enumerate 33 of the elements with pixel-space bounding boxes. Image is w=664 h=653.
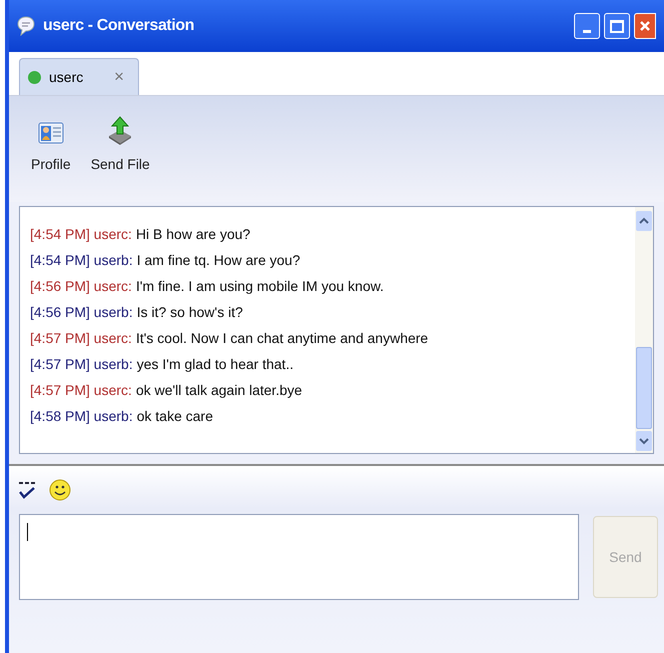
message-text: Is it? so how's it? — [136, 303, 243, 322]
window-title: userc - Conversation — [43, 16, 194, 36]
message-header: [4:57 PM] userb: — [30, 355, 133, 374]
message-text: I am fine tq. How are you? — [136, 251, 300, 270]
upload-tray-icon — [107, 116, 134, 146]
message-text: ok take care — [136, 407, 213, 426]
toolbar-button[interactable]: Send File — [90, 116, 150, 175]
tab-label: userc — [49, 68, 84, 86]
message-header: [4:56 PM] userb: — [30, 303, 133, 322]
toolbar-button[interactable]: Profile — [31, 116, 71, 175]
message-header: [4:54 PM] userb: — [30, 251, 133, 270]
message-header: [4:54 PM] userc: — [30, 225, 132, 244]
minimize-button[interactable] — [574, 13, 600, 39]
message-text: It's cool. Now I can chat anytime and anywhere — [136, 329, 428, 348]
message-header: [4:57 PM] userc: — [30, 381, 132, 400]
message-text: Hi B how are you? — [136, 225, 250, 244]
close-button[interactable] — [634, 13, 656, 39]
message-input[interactable] — [19, 514, 579, 600]
tab[interactable]: userc × — [19, 58, 139, 95]
close-icon — [639, 20, 651, 32]
caret-up-icon — [639, 217, 649, 225]
caret-down-icon — [639, 437, 649, 445]
contact-card-icon — [38, 120, 64, 146]
message-text: ok we'll talk again later.bye — [136, 381, 302, 400]
message-header: [4:58 PM] userb: — [30, 407, 133, 426]
message-header: [4:57 PM] userc: — [30, 329, 132, 348]
message-text: yes I'm glad to hear that.. — [136, 355, 294, 374]
chat-bubble-icon — [17, 16, 35, 36]
message-header: [4:56 PM] userc: — [30, 277, 132, 296]
maximize-button[interactable] — [604, 13, 630, 39]
scrollbar[interactable] — [635, 207, 653, 453]
message-text: I'm fine. I am using mobile IM you know. — [136, 277, 384, 296]
smiley-icon[interactable] — [49, 479, 71, 501]
